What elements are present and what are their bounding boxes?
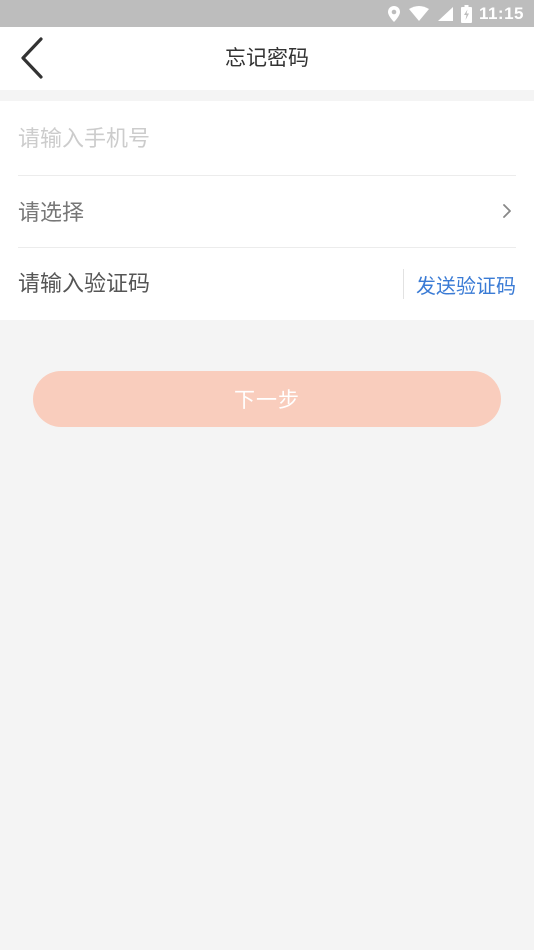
verification-row: 发送验证码 bbox=[18, 248, 516, 320]
wifi-icon bbox=[408, 5, 429, 21]
region-select[interactable]: 请选择 bbox=[18, 175, 516, 248]
next-button[interactable]: 下一步 bbox=[33, 371, 501, 427]
status-bar: 11:15 bbox=[0, 0, 534, 27]
phone-input[interactable] bbox=[18, 126, 516, 152]
phone-row bbox=[18, 103, 516, 176]
battery-icon bbox=[460, 4, 472, 23]
location-icon bbox=[387, 5, 400, 22]
form-card: 请选择 发送验证码 bbox=[0, 101, 534, 320]
title-bar: 忘记密码 bbox=[0, 27, 534, 90]
status-time: 11:15 bbox=[478, 3, 524, 23]
send-code-divider bbox=[403, 269, 404, 299]
select-label: 请选择 bbox=[18, 201, 85, 226]
send-code-button[interactable]: 发送验证码 bbox=[416, 270, 516, 299]
chevron-right-icon bbox=[500, 201, 514, 221]
signal-icon bbox=[437, 6, 453, 21]
page-title: 忘记密码 bbox=[225, 46, 309, 70]
verification-code-input[interactable] bbox=[18, 271, 403, 297]
